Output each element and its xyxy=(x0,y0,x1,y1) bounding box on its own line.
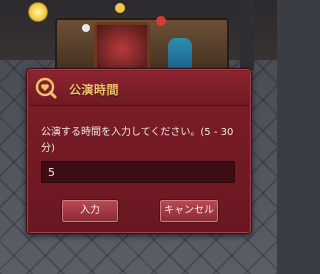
lamp-post xyxy=(240,0,254,70)
lantern-light xyxy=(28,2,48,22)
performance-time-input[interactable] xyxy=(41,161,235,183)
performance-time-dialog: 公演時間 公演する時間を入力してください。(5 - 30 分) 入力 キャンセル xyxy=(26,68,252,234)
ok-button[interactable]: 入力 xyxy=(61,199,119,223)
dialog-prompt: 公演する時間を入力してください。(5 - 30 分) xyxy=(41,127,234,154)
lantern-light xyxy=(82,24,90,32)
lantern-light xyxy=(115,3,125,13)
cancel-button[interactable]: キャンセル xyxy=(159,199,219,223)
heart-search-icon xyxy=(35,77,57,99)
dialog-title: 公演時間 xyxy=(69,83,120,97)
lantern-light xyxy=(156,16,166,26)
dialog-titlebar: 公演時間 xyxy=(29,71,249,106)
